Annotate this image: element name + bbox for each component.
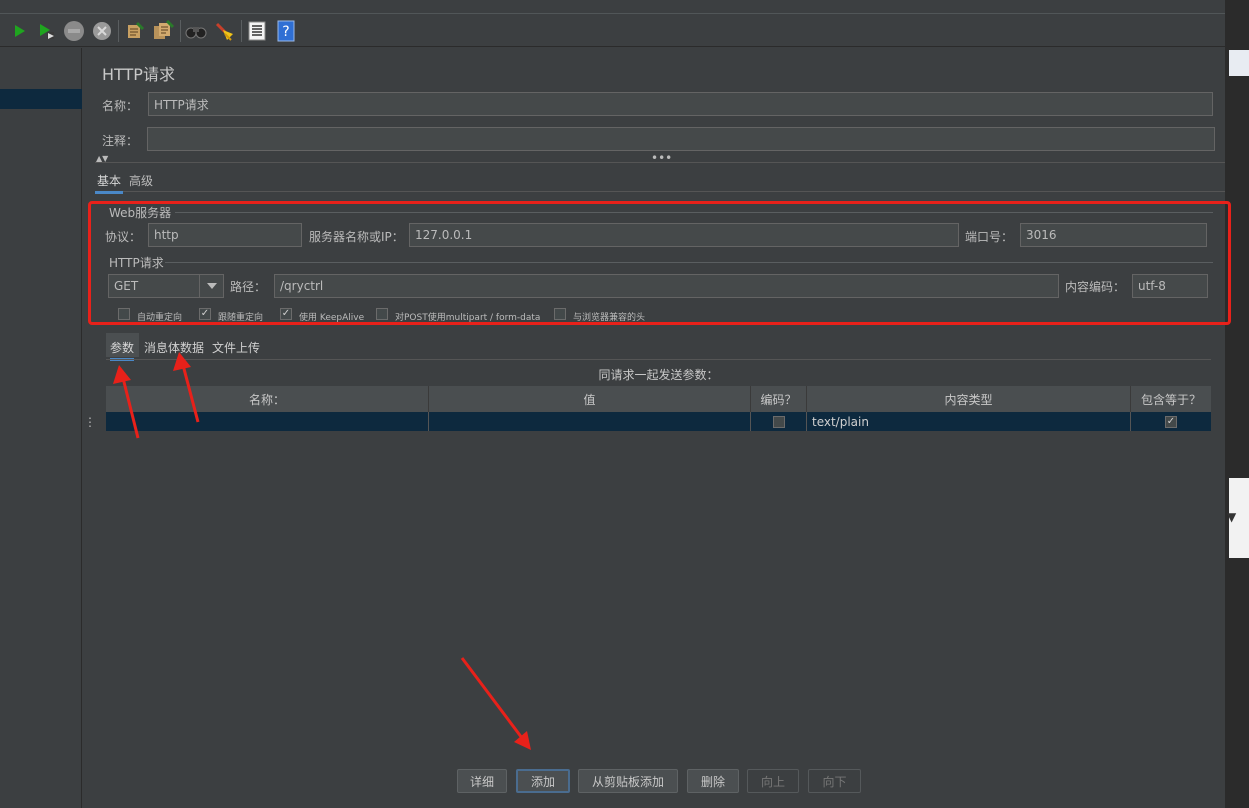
annotation-arrow: [460, 657, 531, 750]
add-from-clipboard-button[interactable]: 从剪贴板添加: [578, 769, 678, 793]
annotation-arrow: [113, 365, 140, 439]
move-up-button[interactable]: 向上: [747, 769, 799, 793]
delete-button[interactable]: 删除: [687, 769, 739, 793]
annotation-arrows: [113, 352, 531, 750]
annotation-arrow: [173, 352, 200, 423]
move-down-button[interactable]: 向下: [808, 769, 861, 793]
add-button[interactable]: 添加: [516, 769, 570, 793]
detail-button[interactable]: 详细: [457, 769, 507, 793]
